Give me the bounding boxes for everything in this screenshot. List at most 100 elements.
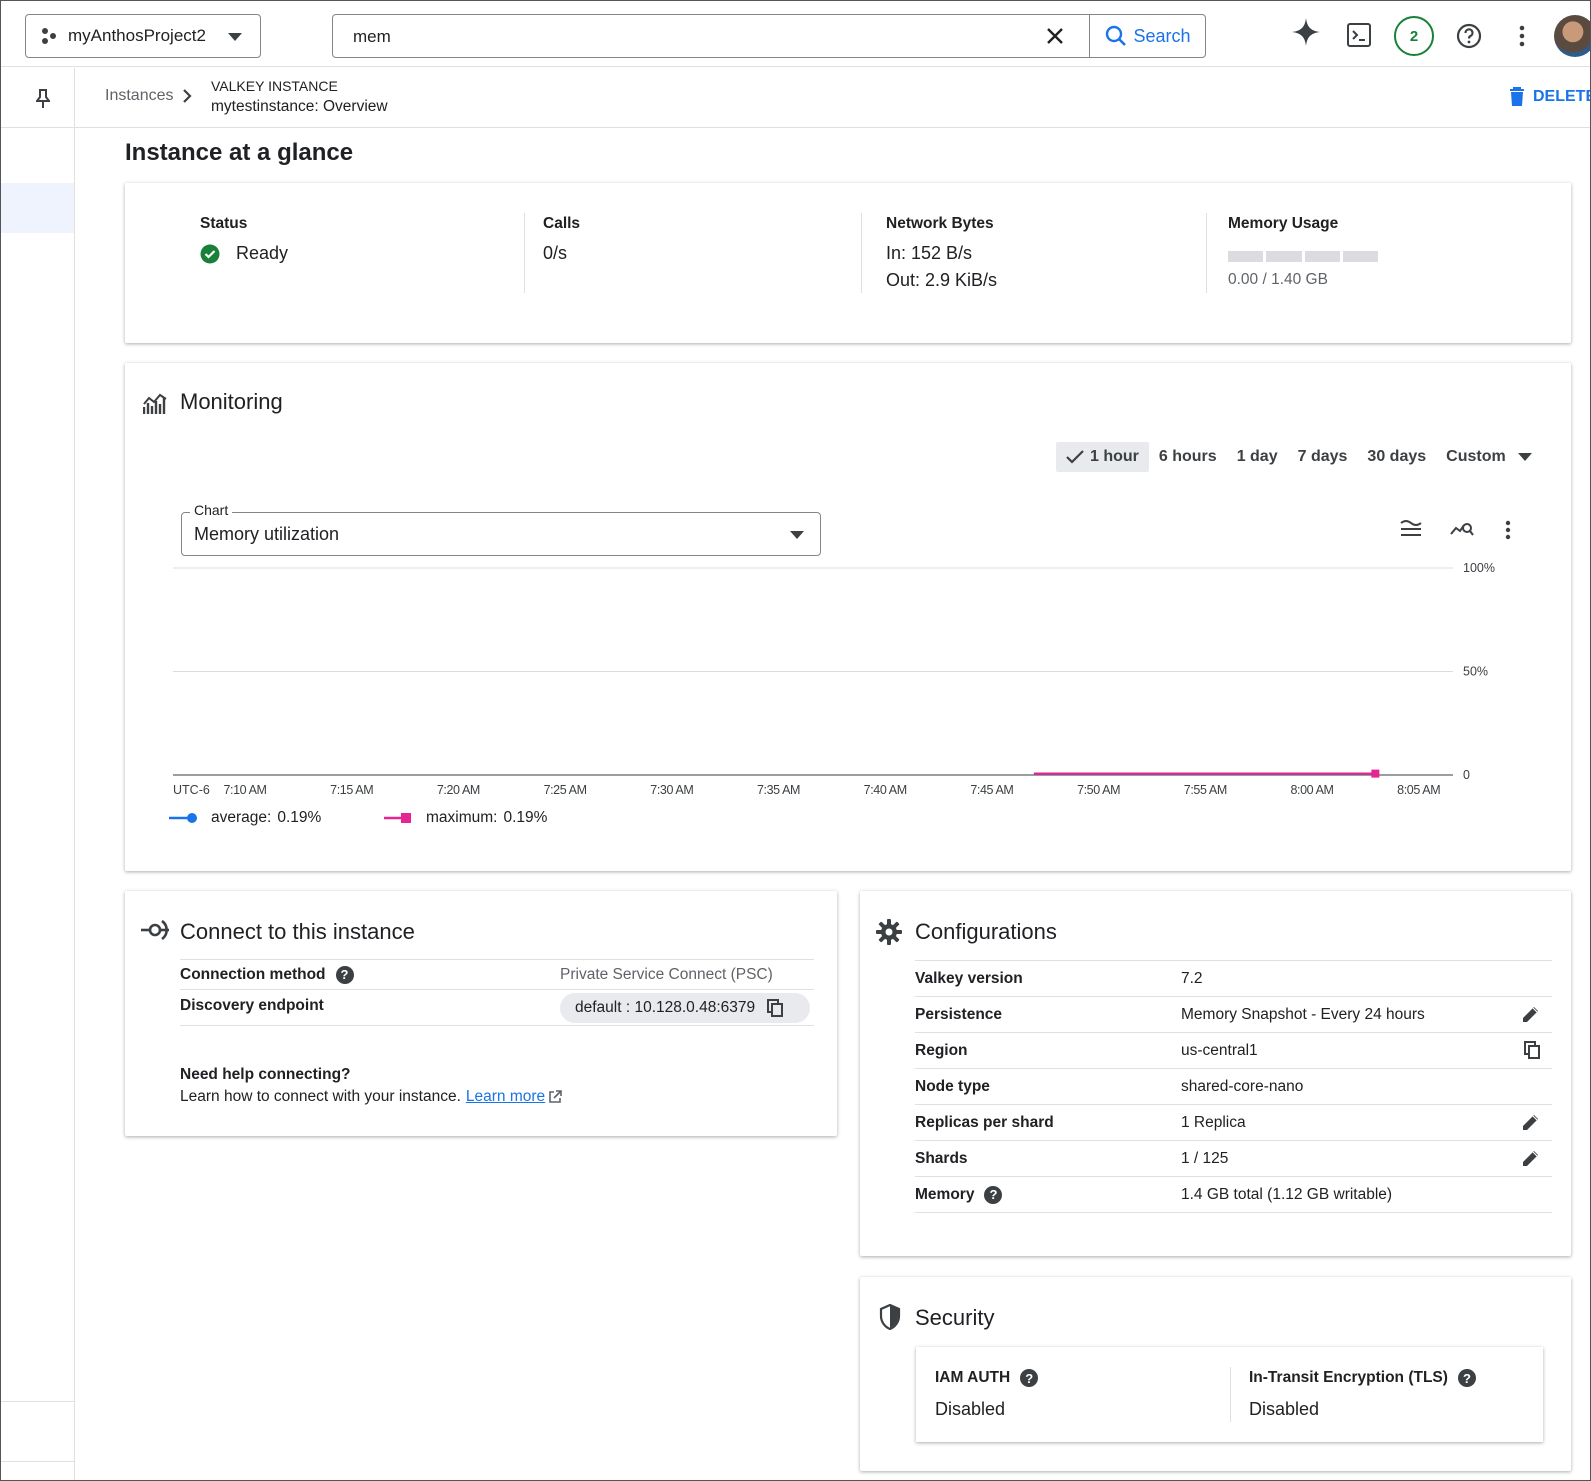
chart-select-value: Memory utilization — [194, 524, 340, 544]
config-row: Memory? 1.4 GB total (1.12 GB writable) — [915, 1177, 1552, 1213]
config-row: Replicas per shard 1 Replica — [915, 1105, 1552, 1141]
x-tick-label: 7:50 AM — [1077, 783, 1120, 797]
help-icon[interactable] — [1456, 23, 1482, 49]
config-value: 7.2 — [1181, 969, 1203, 987]
left-sidebar — [1, 68, 75, 1480]
connect-icon — [141, 919, 169, 941]
chevron-right-icon — [183, 89, 192, 103]
y-tick-label: 50% — [1463, 665, 1488, 679]
more-vert-icon[interactable] — [1518, 25, 1526, 47]
time-option-30-days[interactable]: 30 days — [1357, 442, 1436, 472]
legend-toggle-icon[interactable] — [1400, 519, 1422, 537]
edit-icon[interactable] — [1522, 1005, 1540, 1023]
connection-method-row: Connection method? Private Service Conne… — [180, 960, 814, 990]
legend-maximum[interactable]: maximum: 0.19% — [384, 809, 547, 827]
cloud-shell-icon[interactable] — [1347, 23, 1371, 47]
memory-chart: 100% 50% 0 UTC-6 7:10 AM 7:15 AM 7:20 AM 7:25 A… — [173, 561, 1495, 797]
top-bar: myAnthosProject2 mem Search 2 — [1, 1, 1590, 67]
chart-more-icon[interactable] — [1505, 520, 1511, 540]
sidebar-item-selected[interactable] — [1, 183, 74, 233]
project-picker[interactable]: myAnthosProject2 — [25, 14, 261, 58]
copy-icon[interactable] — [1524, 1041, 1540, 1059]
x-tick-label: 8:00 AM — [1290, 783, 1333, 797]
maximum-legend-label: maximum: — [426, 809, 498, 826]
average-legend-label: average: — [211, 809, 272, 826]
discovery-endpoint-row: Discovery endpoint default : 10.128.0.48… — [180, 990, 814, 1026]
monitoring-card: Monitoring 1 hour 6 hours 1 day 7 days 3… — [125, 363, 1571, 871]
x-tick-label: 7:10 AM — [223, 783, 266, 797]
chevron-down-icon — [228, 33, 242, 41]
check-circle-icon — [200, 244, 220, 263]
time-option-1-day[interactable]: 1 day — [1227, 442, 1288, 472]
monitoring-icon — [143, 393, 167, 414]
x-tick-label: 7:45 AM — [970, 783, 1013, 797]
chart-select[interactable]: Chart Memory utilization — [181, 502, 821, 556]
config-value: 1 Replica — [1181, 1113, 1246, 1131]
help-icon[interactable]: ? — [1457, 1369, 1476, 1387]
memory-usage-bar — [1228, 251, 1378, 262]
chevron-down-icon — [790, 531, 804, 539]
y-tick-label: 0 — [1463, 768, 1470, 782]
gear-icon — [876, 919, 902, 945]
time-option-6-hours[interactable]: 6 hours — [1149, 442, 1227, 472]
divider — [1206, 213, 1207, 293]
x-tick-label: 7:25 AM — [544, 783, 587, 797]
configurations-card: Configurations Valkey version 7.2 Persiste… — [860, 891, 1571, 1256]
time-option-7-days[interactable]: 7 days — [1288, 442, 1358, 472]
search-bar: mem Search — [332, 14, 1206, 58]
iam-auth-value: Disabled — [935, 1399, 1006, 1419]
help-icon[interactable]: ? — [1020, 1369, 1039, 1387]
edit-icon[interactable] — [1522, 1149, 1540, 1167]
clear-search-icon[interactable] — [1046, 27, 1064, 45]
help-icon[interactable]: ? — [335, 965, 354, 984]
calls-value: 0/s — [543, 243, 568, 263]
legend-average[interactable]: average: 0.19% — [169, 809, 321, 827]
delete-button[interactable]: DELETE — [1509, 87, 1590, 106]
endpoint-chip[interactable]: default : 10.128.0.48:6379 — [560, 993, 810, 1023]
edit-icon[interactable] — [1522, 1113, 1540, 1131]
help-icon[interactable]: ? — [984, 1185, 1003, 1204]
chart-select-label: Chart — [190, 502, 233, 518]
time-option-custom[interactable]: Custom — [1436, 442, 1542, 472]
network-in: In: 152 B/s — [886, 243, 973, 263]
search-button-label: Search — [1133, 25, 1191, 46]
project-name: myAnthosProject2 — [68, 26, 206, 45]
project-icon — [42, 28, 56, 44]
search-input[interactable]: mem — [353, 27, 391, 47]
sidebar-divider — [1, 1461, 74, 1462]
copy-icon[interactable] — [767, 999, 784, 1017]
notifications-badge[interactable]: 2 — [1394, 16, 1434, 56]
memory-usage-text: 0.00 / 1.40 GB — [1228, 271, 1328, 288]
time-option-1-hour[interactable]: 1 hour — [1056, 442, 1149, 472]
learn-more-link[interactable]: Learn more — [466, 1088, 545, 1106]
x-tick-label: 8:05 AM — [1397, 783, 1440, 797]
network-out: Out: 2.9 KiB/s — [886, 270, 998, 290]
check-icon — [1066, 450, 1084, 464]
config-row: Valkey version 7.2 — [915, 961, 1552, 997]
status-label: Status — [200, 215, 248, 232]
memory-label: Memory Usage — [1228, 215, 1339, 232]
divider — [1230, 1367, 1231, 1422]
breadcrumb-instances-link[interactable]: Instances — [105, 87, 173, 105]
config-value: shared-core-nano — [1181, 1077, 1304, 1095]
status-block: Status Ready — [200, 215, 288, 264]
monitoring-title: Monitoring — [180, 389, 283, 414]
timezone-label: UTC-6 — [173, 783, 210, 797]
connection-method-value: Private Service Connect (PSC) — [560, 965, 773, 983]
config-row: Shards 1 / 125 — [915, 1141, 1552, 1177]
network-label: Network Bytes — [886, 215, 994, 232]
config-label: Memory — [915, 1185, 975, 1203]
time-range-selector: 1 hour 6 hours 1 day 7 days 30 days Cust… — [1056, 442, 1542, 472]
avatar[interactable] — [1554, 15, 1590, 57]
search-button[interactable]: Search — [1089, 15, 1206, 57]
gemini-sparkle-icon[interactable] — [1291, 17, 1321, 47]
config-label: Region — [915, 1041, 968, 1059]
average-legend-value: 0.19% — [277, 809, 322, 826]
iam-auth-label: IAM AUTH — [935, 1369, 1011, 1386]
config-value: 1.4 GB total (1.12 GB writable) — [1181, 1185, 1393, 1203]
config-label: Valkey version — [915, 969, 1023, 987]
config-label: Node type — [915, 1077, 990, 1095]
tls-label: In-Transit Encryption (TLS) — [1249, 1369, 1448, 1386]
explore-chart-icon[interactable] — [1450, 519, 1474, 539]
y-tick-label: 100% — [1463, 561, 1495, 575]
